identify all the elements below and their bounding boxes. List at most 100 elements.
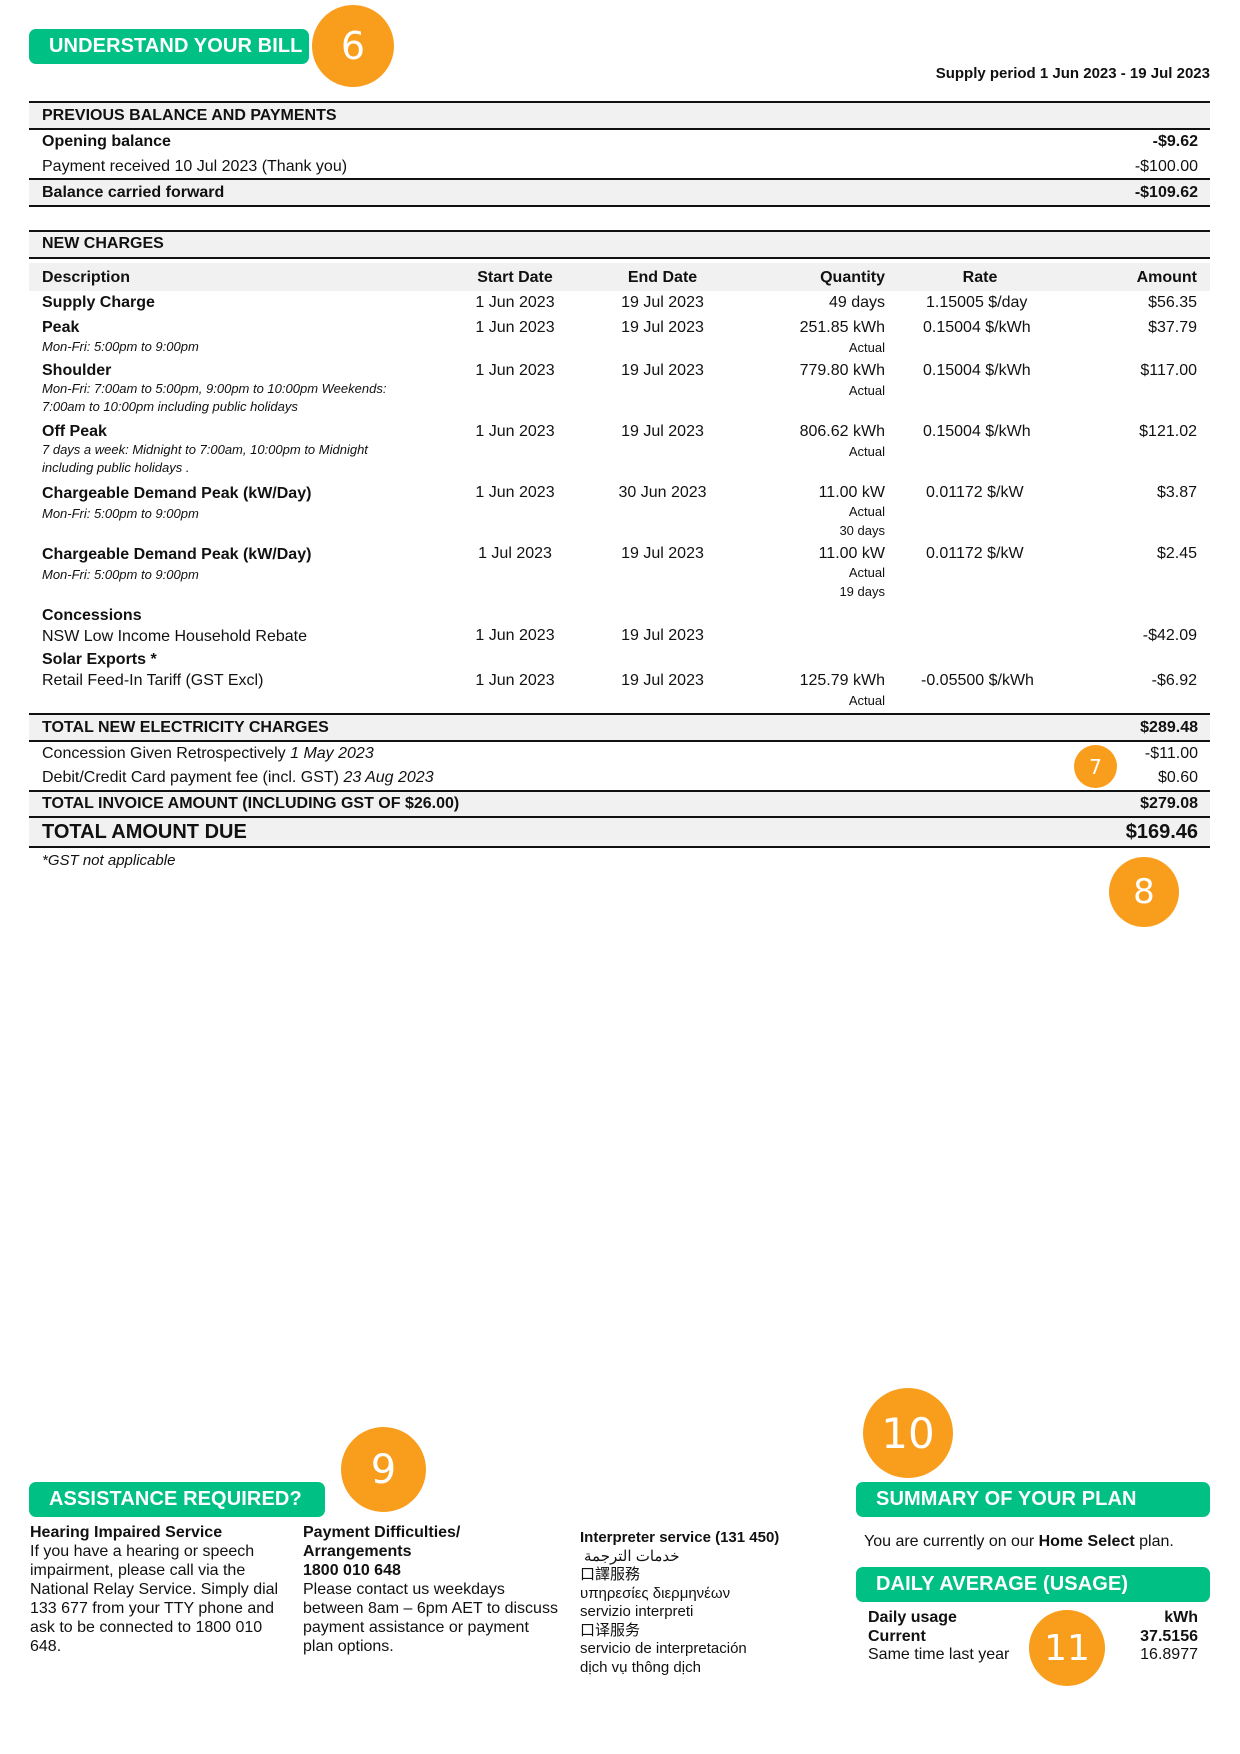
payment-line: plan options. <box>303 1638 394 1655</box>
adjustment-label: Concession Given Retrospectively 1 May 2… <box>42 745 374 762</box>
adjustment-label: Debit/Credit Card payment fee (incl. GST… <box>42 769 434 786</box>
charge-quantity-note: Actual <box>848 340 885 355</box>
charge-rate: 0.01172 $/kW <box>926 545 1024 562</box>
column-header-quantity: Quantity <box>820 269 885 286</box>
adjustment-amount: $0.60 <box>1157 769 1198 786</box>
hearing-heading: Hearing Impaired Service <box>30 1524 223 1541</box>
concession-end-date: 19 Jul 2023 <box>621 627 704 644</box>
solar-amount: -$6.92 <box>1151 672 1197 689</box>
callout-badge-10: 10 <box>863 1388 953 1478</box>
total-invoice-amount: $279.08 <box>1140 795 1198 812</box>
charge-amount: $2.45 <box>1156 545 1197 562</box>
charge-quantity: 49 days <box>828 294 885 311</box>
divider <box>29 713 1210 715</box>
callout-badge-7: 7 <box>1074 745 1117 788</box>
daily-usage-values: kWh 37.5156 16.8977 <box>1140 1609 1198 1665</box>
daily-average-title: DAILY AVERAGE (USAGE) <box>876 1573 1129 1595</box>
charge-amount: $56.35 <box>1148 294 1197 311</box>
solar-label: Retail Feed-In Tariff (GST Excl) <box>42 672 264 689</box>
charge-end-date: 19 Jul 2023 <box>621 319 704 336</box>
opening-balance-amount: -$9.62 <box>1152 133 1198 150</box>
new-charges-title: NEW CHARGES <box>42 235 164 252</box>
concessions-heading: Concessions <box>42 607 142 624</box>
adjustment-date: 23 Aug 2023 <box>343 769 434 786</box>
previous-balance-title: PREVIOUS BALANCE AND PAYMENTS <box>42 107 337 124</box>
new-charges-header-band <box>29 232 1210 257</box>
plan-summary-title: SUMMARY OF YOUR PLAN <box>876 1488 1137 1510</box>
plan-name: Home Select <box>1038 1533 1135 1550</box>
charge-quantity: 11.00 kW <box>818 484 885 501</box>
charge-quantity-note: Actual <box>848 565 885 580</box>
interpreter-block: Interpreter service (131 450) خدمات التر… <box>580 1529 820 1677</box>
charge-description: Chargeable Demand Peak (kW/Day) <box>42 546 312 563</box>
charge-start-date: 1 Jun 2023 <box>475 484 555 501</box>
total-invoice-label: TOTAL INVOICE AMOUNT (INCLUDING GST OF $… <box>42 795 460 812</box>
charge-rate: 0.15004 $/kWh <box>923 423 1031 440</box>
solar-heading: Solar Exports * <box>42 651 157 668</box>
solar-rate: -0.05500 $/kWh <box>921 672 1034 689</box>
daily-usage-unit: kWh <box>1164 1609 1198 1626</box>
total-electricity-label: TOTAL NEW ELECTRICITY CHARGES <box>42 719 329 736</box>
charge-description: Supply Charge <box>42 294 155 311</box>
column-header-rate: Rate <box>962 269 998 286</box>
supply-period: Supply period 1 Jun 2023 - 19 Jul 2023 <box>935 65 1210 82</box>
solar-quantity-note: Actual <box>848 693 885 708</box>
charge-rate: 1.15005 $/day <box>926 294 1028 311</box>
column-header-end-date: End Date <box>627 269 698 286</box>
charge-start-date: 1 Jun 2023 <box>475 362 555 379</box>
payment-line: payment assistance or payment <box>303 1619 529 1636</box>
charge-description: Chargeable Demand Peak (kW/Day) <box>42 485 312 502</box>
solar-end-date: 19 Jul 2023 <box>621 672 704 689</box>
interpreter-vietnamese: dịch vụ thông dịch <box>580 1658 701 1676</box>
adjustment-date: 1 May 2023 <box>290 745 374 762</box>
interpreter-greek: υπηρεσίες διερμηνέων <box>580 1584 731 1602</box>
charge-quantity: 806.62 kWh <box>799 423 885 440</box>
charge-time-note: Mon-Fri: 5:00pm to 9:00pm <box>42 506 199 521</box>
charge-time-note-2: including public holidays . <box>42 460 190 475</box>
charge-end-date: 30 Jun 2023 <box>618 484 707 501</box>
charge-end-date: 19 Jul 2023 <box>621 294 704 311</box>
carried-forward-amount: -$109.62 <box>1134 184 1198 201</box>
charge-description: Off Peak <box>42 423 107 440</box>
section-title: UNDERSTAND YOUR BILL <box>49 35 303 57</box>
daily-usage-header: Daily usage <box>868 1609 957 1626</box>
hearing-line: ask to be connected to 1800 010 <box>30 1619 263 1636</box>
payment-heading-2: Arrangements <box>303 1543 412 1560</box>
divider <box>29 230 1210 232</box>
solar-start-date: 1 Jun 2023 <box>475 672 555 689</box>
payment-received-amount: -$100.00 <box>1134 158 1198 175</box>
payment-difficulties-block: Payment Difficulties/ Arrangements 1800 … <box>303 1523 573 1656</box>
charge-end-date: 19 Jul 2023 <box>621 423 704 440</box>
charge-amount: $121.02 <box>1139 423 1197 440</box>
hearing-line: If you have a hearing or speech <box>30 1543 255 1560</box>
solar-quantity: 125.79 kWh <box>799 672 885 689</box>
divider <box>29 846 1210 848</box>
hearing-line: 133 677 from your TTY phone and <box>30 1600 275 1617</box>
adjustment-amount: -$11.00 <box>1144 745 1198 762</box>
charge-quantity-days: 19 days <box>839 584 885 599</box>
daily-usage-current-label: Current <box>868 1627 926 1645</box>
charge-description: Peak <box>42 319 80 336</box>
charge-amount: $37.79 <box>1148 319 1197 336</box>
charge-quantity-note: Actual <box>848 504 885 519</box>
charge-description: Shoulder <box>42 362 112 379</box>
hearing-line: impairment, please call via the <box>30 1562 246 1579</box>
charge-amount: $3.87 <box>1156 484 1197 501</box>
charge-time-note-2: 7:00am to 10:00pm including public holid… <box>42 399 298 414</box>
charge-quantity-note: Actual <box>848 444 885 459</box>
charge-amount: $117.00 <box>1140 362 1197 379</box>
charge-quantity-note: Actual <box>848 383 885 398</box>
charge-time-note: Mon-Fri: 5:00pm to 9:00pm <box>42 339 199 354</box>
assistance-title: ASSISTANCE REQUIRED? <box>49 1488 302 1510</box>
interpreter-simplified-chinese: 口译服务 <box>580 1621 641 1639</box>
divider <box>29 790 1210 792</box>
divider <box>29 740 1210 742</box>
charge-end-date: 19 Jul 2023 <box>621 545 704 562</box>
charge-time-note: 7 days a week: Midnight to 7:00am, 10:00… <box>42 442 368 457</box>
charge-start-date: 1 Jul 2023 <box>478 545 552 562</box>
daily-usage-last-year-value: 16.8977 <box>1140 1646 1198 1663</box>
payment-phone: 1800 010 648 <box>303 1562 401 1579</box>
charge-quantity: 251.85 kWh <box>799 319 885 336</box>
payment-received-label: Payment received 10 Jul 2023 (Thank you) <box>42 158 348 175</box>
hearing-line: National Relay Service. Simply dial <box>30 1581 279 1598</box>
